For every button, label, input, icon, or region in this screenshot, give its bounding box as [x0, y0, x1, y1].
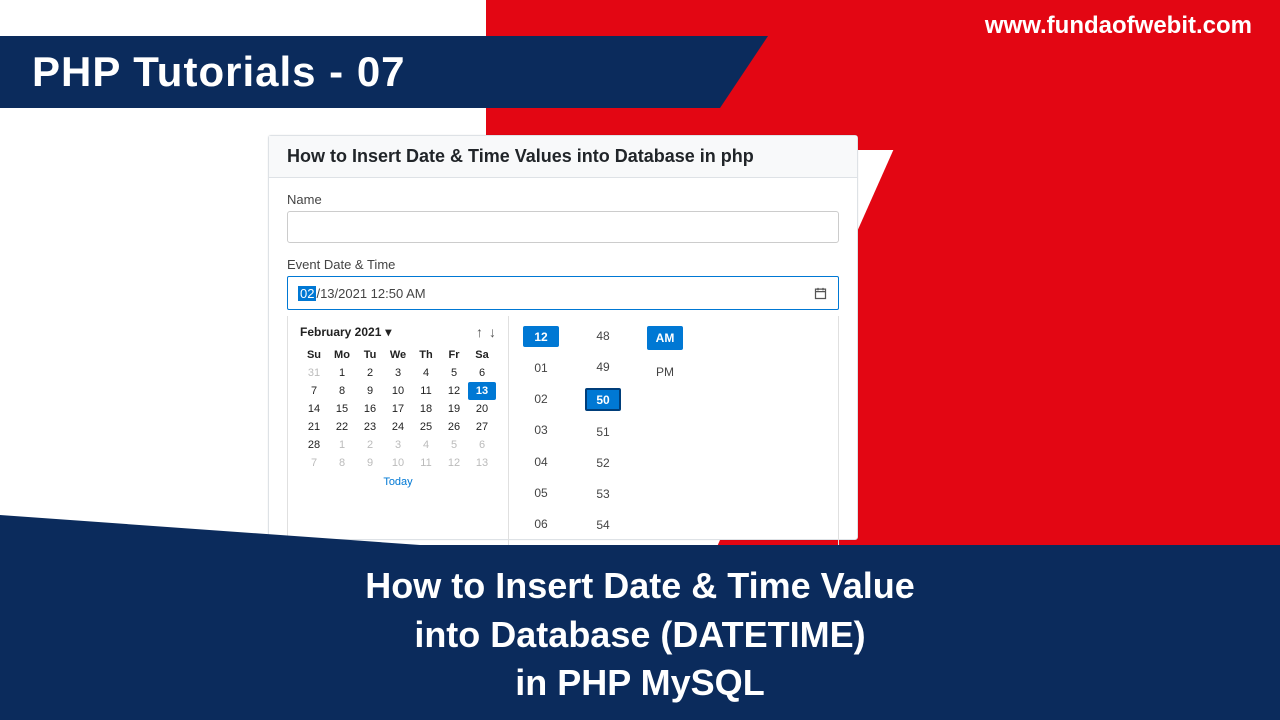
calendar-day[interactable]: 2 [356, 436, 384, 454]
calendar-day[interactable]: 16 [356, 400, 384, 418]
calendar-day[interactable]: 10 [384, 382, 412, 400]
calendar-day[interactable]: 9 [356, 382, 384, 400]
time-panel: 12 01 02 03 04 05 06 48 49 50 51 52 53 54 AM PM [508, 316, 838, 545]
minute-option[interactable]: 49 [585, 357, 621, 378]
calendar-day[interactable]: 19 [440, 400, 468, 418]
calendar-day[interactable]: 21 [300, 418, 328, 436]
today-button[interactable]: Today [300, 476, 496, 488]
calendar-day[interactable]: 27 [468, 418, 496, 436]
calendar-day[interactable]: 22 [328, 418, 356, 436]
month-year-selector[interactable]: February 2021 ▾ [300, 325, 391, 339]
calendar-day[interactable]: 3 [384, 436, 412, 454]
calendar-day[interactable]: 24 [384, 418, 412, 436]
day-of-week-header: Mo [328, 346, 356, 364]
calendar-icon[interactable] [813, 286, 828, 301]
hours-column: 12 01 02 03 04 05 06 [523, 326, 559, 535]
calendar-day[interactable]: 4 [412, 364, 440, 382]
datetime-month-selected: 02 [298, 286, 316, 301]
calendar-header: February 2021 ▾ ↑ ↓ [300, 324, 496, 340]
calendar-day[interactable]: 26 [440, 418, 468, 436]
calendar-day[interactable]: 28 [300, 436, 328, 454]
calendar-day[interactable]: 10 [384, 454, 412, 472]
datetime-rest: /13/2021 12:50 AM [316, 286, 425, 301]
header-title: PHP Tutorials - 07 [32, 48, 406, 96]
next-month-button[interactable]: ↓ [489, 324, 496, 340]
datetime-label: Event Date & Time [287, 257, 839, 272]
hour-option[interactable]: 01 [523, 357, 559, 378]
minute-option[interactable]: 54 [585, 514, 621, 535]
calendar-day[interactable]: 8 [328, 382, 356, 400]
ampm-option[interactable]: AM [647, 326, 683, 350]
calendar-day[interactable]: 8 [328, 454, 356, 472]
calendar-day[interactable]: 11 [412, 454, 440, 472]
calendar-day[interactable]: 7 [300, 454, 328, 472]
minutes-column: 48 49 50 51 52 53 54 [585, 326, 621, 535]
card-header: How to Insert Date & Time Values into Da… [269, 136, 857, 178]
calendar-day[interactable]: 7 [300, 382, 328, 400]
calendar-day[interactable]: 3 [384, 364, 412, 382]
calendar-day[interactable]: 2 [356, 364, 384, 382]
datetime-group: Event Date & Time 02/13/2021 12:50 AM Fe… [287, 257, 839, 546]
minute-option[interactable]: 48 [585, 326, 621, 347]
calendar-day[interactable]: 11 [412, 382, 440, 400]
minute-option[interactable]: 51 [585, 421, 621, 442]
hour-option[interactable]: 12 [523, 326, 559, 347]
day-of-week-header: We [384, 346, 412, 364]
minute-option[interactable]: 53 [585, 483, 621, 504]
chevron-down-icon: ▾ [385, 325, 391, 339]
ampm-column: AM PM [647, 326, 683, 535]
calendar-day[interactable]: 4 [412, 436, 440, 454]
calendar-day[interactable]: 20 [468, 400, 496, 418]
calendar-day[interactable]: 9 [356, 454, 384, 472]
card-title: How to Insert Date & Time Values into Da… [287, 146, 839, 167]
calendar-day[interactable]: 25 [412, 418, 440, 436]
hour-option[interactable]: 05 [523, 482, 559, 503]
calendar-day[interactable]: 6 [468, 436, 496, 454]
calendar-day[interactable]: 5 [440, 436, 468, 454]
calendar-day[interactable]: 1 [328, 436, 356, 454]
day-of-week-header: Fr [440, 346, 468, 364]
calendar-day[interactable]: 5 [440, 364, 468, 382]
header-bar: PHP Tutorials - 07 [0, 36, 720, 108]
card-body: Name Event Date & Time 02/13/2021 12:50 … [269, 178, 857, 564]
ampm-option[interactable]: PM [647, 360, 683, 384]
day-of-week-header: Th [412, 346, 440, 364]
minute-option[interactable]: 50 [585, 388, 621, 411]
name-input[interactable] [287, 211, 839, 243]
site-url: www.fundaofwebit.com [985, 12, 1252, 40]
datetime-value: 02/13/2021 12:50 AM [298, 286, 426, 301]
calendar-day[interactable]: 13 [468, 454, 496, 472]
day-of-week-header: Su [300, 346, 328, 364]
calendar-day[interactable]: 31 [300, 364, 328, 382]
calendar-day[interactable]: 12 [440, 454, 468, 472]
footer-title: How to Insert Date & Time Value into Dat… [0, 562, 1280, 708]
calendar-day[interactable]: 23 [356, 418, 384, 436]
hour-option[interactable]: 02 [523, 389, 559, 410]
datetime-input[interactable]: 02/13/2021 12:50 AM [287, 276, 839, 310]
hour-option[interactable]: 06 [523, 514, 559, 535]
calendar-day[interactable]: 12 [440, 382, 468, 400]
calendar-day[interactable]: 1 [328, 364, 356, 382]
name-label: Name [287, 192, 839, 207]
calendar-day[interactable]: 18 [412, 400, 440, 418]
minute-option[interactable]: 52 [585, 452, 621, 473]
form-card: How to Insert Date & Time Values into Da… [268, 135, 858, 540]
calendar-grid: SuMoTuWeThFrSa 3112345678910111213141516… [300, 346, 496, 472]
hour-option[interactable]: 03 [523, 420, 559, 441]
month-nav: ↑ ↓ [476, 324, 496, 340]
calendar-panel: February 2021 ▾ ↑ ↓ SuMoTuWeThFrSa 31123… [288, 316, 508, 545]
hour-option[interactable]: 04 [523, 451, 559, 472]
calendar-day[interactable]: 13 [468, 382, 496, 400]
datetime-picker-popup: February 2021 ▾ ↑ ↓ SuMoTuWeThFrSa 31123… [287, 316, 839, 546]
day-of-week-header: Sa [468, 346, 496, 364]
calendar-day[interactable]: 14 [300, 400, 328, 418]
footer-bar: How to Insert Date & Time Value into Dat… [0, 545, 1280, 720]
prev-month-button[interactable]: ↑ [476, 324, 483, 340]
calendar-day[interactable]: 15 [328, 400, 356, 418]
calendar-day[interactable]: 17 [384, 400, 412, 418]
day-of-week-header: Tu [356, 346, 384, 364]
calendar-day[interactable]: 6 [468, 364, 496, 382]
